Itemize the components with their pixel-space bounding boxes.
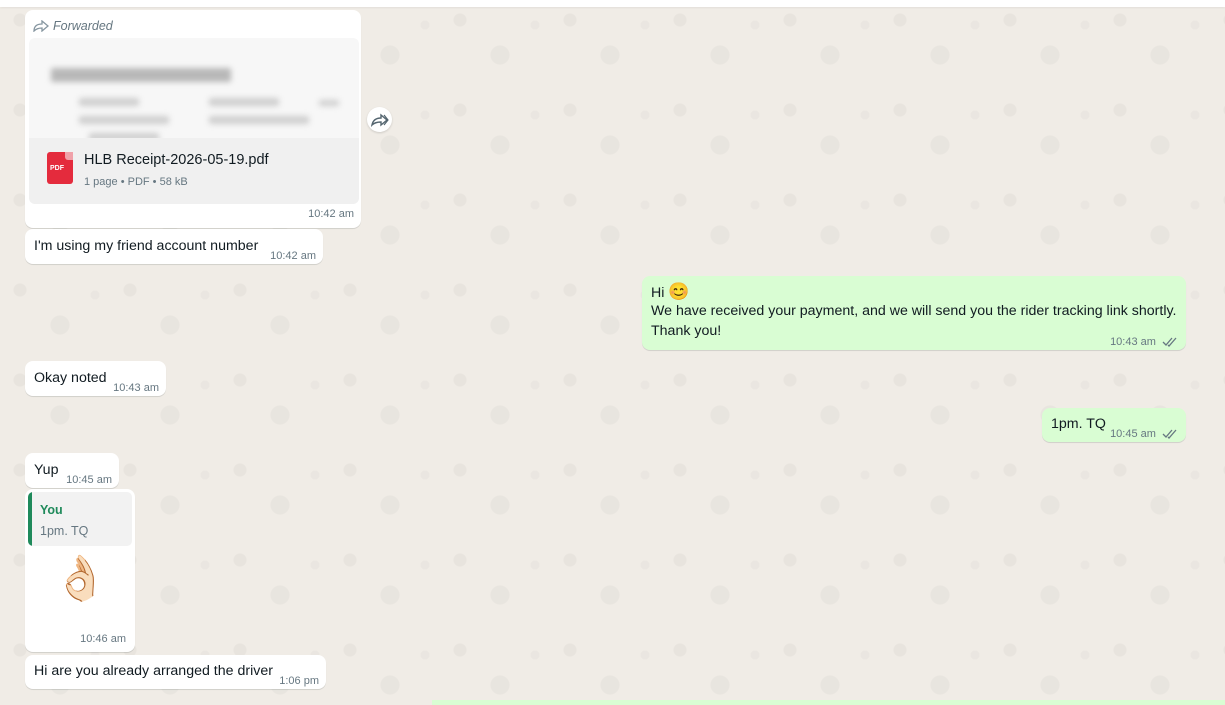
- forward-arrow-icon: [33, 20, 49, 32]
- message-time: 10:42 am: [308, 208, 354, 220]
- chat-header-edge: [0, 0, 1225, 7]
- message-text: 1pm. TQ: [1051, 416, 1106, 432]
- message-time: 10:45 am: [1110, 424, 1178, 444]
- message-time: 10:46 am: [80, 633, 126, 645]
- message-text-line: Hi 😊: [651, 282, 690, 301]
- message-text: Hi are you already arranged the driver: [34, 663, 273, 679]
- pdf-file-icon: PDF: [47, 152, 73, 184]
- forwarded-document-message[interactable]: Forwarded PDF HLB Receipt-2026-05-19.pdf…: [25, 10, 361, 228]
- double-check-icon: [1162, 337, 1177, 347]
- quoted-author: You: [40, 503, 63, 517]
- message-text: Okay noted: [34, 370, 107, 386]
- incoming-message[interactable]: Okay noted 10:43 am: [25, 361, 166, 396]
- message-text: I'm using my friend account number: [34, 238, 259, 254]
- share-forward-icon: [370, 113, 389, 127]
- document-file-bar[interactable]: PDF HLB Receipt-2026-05-19.pdf 1 page • …: [29, 138, 359, 204]
- incoming-message[interactable]: Yup 10:45 am: [25, 453, 119, 488]
- outgoing-message[interactable]: Hi 😊 We have received your payment, and …: [642, 276, 1186, 350]
- outgoing-message[interactable]: 1pm. TQ 10:45 am: [1042, 408, 1186, 442]
- outgoing-message-partial[interactable]: [432, 700, 1225, 705]
- forward-message-button[interactable]: [367, 107, 392, 132]
- quoted-text: 1pm. TQ: [40, 524, 89, 538]
- quoted-message[interactable]: You 1pm. TQ: [28, 492, 132, 546]
- message-text-line: Thank you!: [651, 323, 722, 339]
- double-check-icon: [1162, 429, 1177, 439]
- reply-message[interactable]: You 1pm. TQ 👌🏻 10:46 am: [25, 489, 135, 652]
- incoming-message[interactable]: I'm using my friend account number 10:42…: [25, 229, 323, 264]
- quote-accent-bar: [28, 492, 32, 546]
- document-file-meta: 1 page • PDF • 58 kB: [84, 176, 188, 188]
- ok-hand-emoji: 👌🏻: [53, 554, 108, 603]
- message-text-line: We have received your payment, and we wi…: [651, 303, 1177, 319]
- smiling-face-emoji: 😊: [668, 282, 690, 301]
- document-preview[interactable]: [29, 38, 359, 150]
- message-time: 1:06 pm: [279, 675, 319, 687]
- message-time: 10:43 am: [1110, 332, 1178, 352]
- document-file-name: HLB Receipt-2026-05-19.pdf: [84, 152, 269, 168]
- incoming-message[interactable]: Hi are you already arranged the driver 1…: [25, 655, 326, 689]
- message-time: 10:42 am: [270, 250, 316, 262]
- message-time: 10:45 am: [66, 474, 112, 486]
- forwarded-label: Forwarded: [33, 16, 113, 36]
- message-text: Yup: [34, 462, 59, 478]
- message-time: 10:43 am: [113, 382, 159, 394]
